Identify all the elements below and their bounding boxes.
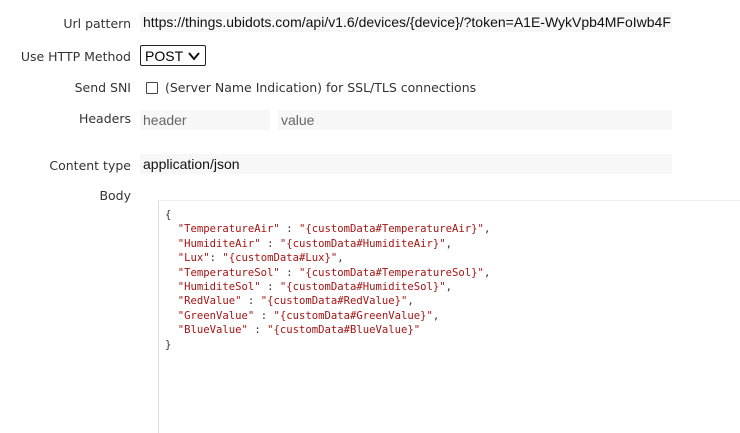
json-separator: , bbox=[407, 295, 414, 308]
json-separator: , bbox=[337, 252, 344, 265]
json-value: "{customData#TemperatureSol}" bbox=[298, 266, 484, 279]
body-line: "Lux": "{customData#Lux}", bbox=[165, 252, 344, 264]
json-key: "HumiditeSol" bbox=[177, 281, 261, 294]
json-colon: : bbox=[260, 237, 280, 250]
body-label: Body bbox=[99, 188, 131, 203]
header-name-input[interactable] bbox=[140, 110, 270, 130]
body-line: "RedValue" : "{customData#RedValue}", bbox=[165, 295, 414, 307]
json-separator: , bbox=[445, 281, 453, 294]
url-pattern-label: Url pattern bbox=[63, 16, 131, 31]
open-brace: { bbox=[165, 209, 172, 221]
body-line: "GreenValue" : "{customData#GreenValue}"… bbox=[165, 309, 440, 322]
integration-form: Url pattern https://things.ubidots.com/a… bbox=[0, 0, 740, 433]
json-separator: , bbox=[483, 266, 491, 279]
chevron-down-icon bbox=[187, 49, 201, 65]
json-value: "{customData#RedValue}" bbox=[260, 295, 408, 308]
json-value: "{customData#HumiditeSol}" bbox=[279, 281, 446, 294]
json-colon: : bbox=[260, 281, 280, 294]
json-colon: : bbox=[247, 324, 268, 337]
content-type-input[interactable]: application/json bbox=[140, 154, 672, 174]
json-value: "{customData#BlueValue}" bbox=[267, 324, 421, 337]
body-code: { "TemperatureAir" : "{customData#Temper… bbox=[165, 208, 490, 352]
json-key: "RedValue" bbox=[177, 295, 242, 308]
close-brace: } bbox=[165, 338, 172, 351]
http-method-label: Use HTTP Method bbox=[20, 49, 131, 64]
json-key: "Lux" bbox=[177, 252, 210, 265]
json-value: "{customData#TemperatureAir}" bbox=[298, 223, 484, 236]
body-line: "TemperatureSol" : "{customData#Temperat… bbox=[165, 266, 491, 279]
json-colon: : bbox=[241, 295, 261, 308]
send-sni-checkbox[interactable] bbox=[146, 82, 158, 94]
send-sni-description: (Server Name Indication) for SSL/TLS con… bbox=[165, 80, 477, 95]
json-colon: : bbox=[279, 223, 299, 236]
url-pattern-input[interactable]: https://things.ubidots.com/api/v1.6/devi… bbox=[140, 12, 672, 32]
content-type-label: Content type bbox=[49, 158, 131, 173]
json-key: "TemperatureAir" bbox=[177, 223, 280, 236]
json-key: "BlueValue" bbox=[177, 324, 248, 337]
headers-label: Headers bbox=[78, 111, 131, 126]
json-key: "TemperatureSol" bbox=[177, 266, 280, 279]
json-value: "{customData#HumiditeAir}" bbox=[279, 237, 446, 250]
body-line: "HumiditeAir" : "{customData#HumiditeAir… bbox=[165, 238, 452, 250]
json-colon: : bbox=[279, 266, 299, 279]
json-colon: : bbox=[254, 309, 274, 322]
json-value: "{customData#GreenValue}" bbox=[273, 309, 433, 322]
http-method-select[interactable]: POST bbox=[140, 45, 206, 66]
json-separator: , bbox=[432, 309, 440, 322]
json-separator: , bbox=[445, 237, 453, 250]
http-method-value: POST bbox=[145, 47, 184, 64]
body-line: "BlueValue" : "{customData#BlueValue}" bbox=[165, 324, 420, 336]
body-line: "TemperatureAir" : "{customData#Temperat… bbox=[165, 223, 491, 236]
json-colon: : bbox=[209, 252, 223, 265]
body-line: "HumiditeSol" : "{customData#HumiditeSol… bbox=[165, 281, 452, 293]
send-sni-label: Send SNI bbox=[74, 80, 131, 95]
json-key: "GreenValue" bbox=[177, 309, 255, 322]
json-key: "HumiditeAir" bbox=[177, 237, 261, 250]
header-value-input[interactable] bbox=[278, 110, 672, 130]
json-separator: , bbox=[483, 223, 491, 236]
json-value: "{customData#Lux}" bbox=[222, 252, 338, 265]
